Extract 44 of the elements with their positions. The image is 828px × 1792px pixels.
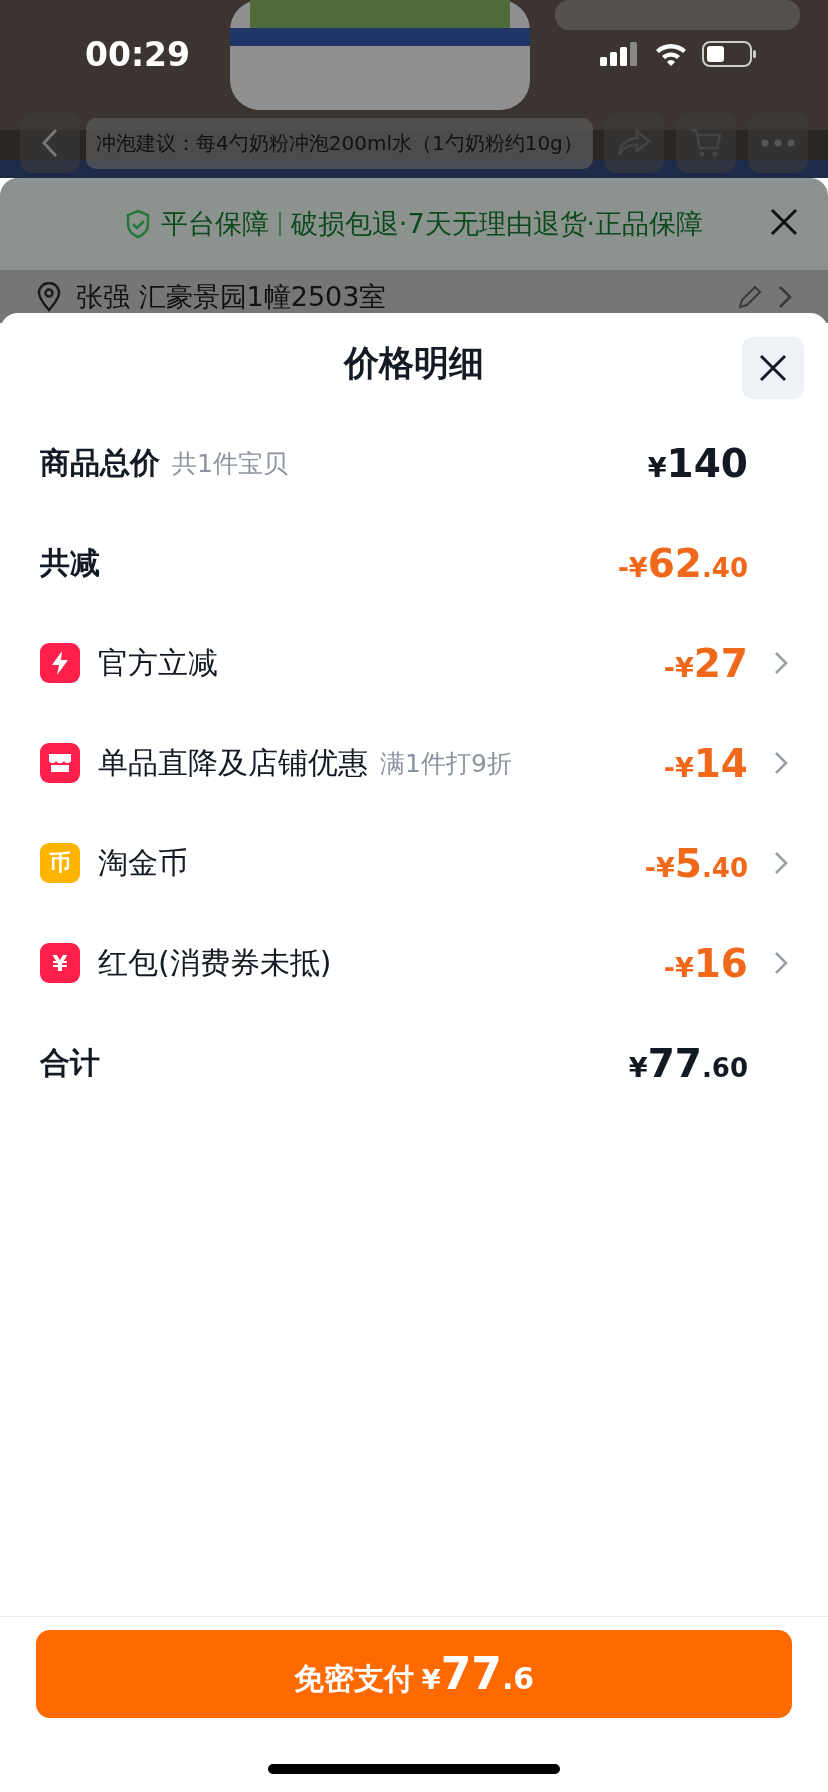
row-label: 共减 [40, 543, 100, 582]
guarantee-text: 破损包退·7天无理由退货·正品保障 [290, 207, 704, 241]
row-note: 共1件宝贝 [172, 447, 288, 480]
chevron-icon [774, 851, 788, 875]
back-button[interactable] [20, 113, 80, 173]
signal-icon [600, 42, 640, 66]
packet-icon: ¥ [40, 943, 80, 983]
status-time: 00:29 [85, 34, 191, 74]
chevron-icon [774, 951, 788, 975]
back-icon [40, 127, 60, 159]
close-icon[interactable] [770, 208, 798, 236]
chevron-icon [774, 751, 788, 775]
chevron-icon [778, 284, 792, 309]
price: -¥62.40 [617, 540, 748, 586]
row-label: 淘金币 [98, 843, 188, 882]
price: ¥140 [647, 440, 748, 486]
price: -¥27 [663, 640, 748, 686]
cart-button[interactable] [676, 113, 736, 173]
row-label: 官方立减 [98, 643, 218, 682]
location-pin-icon [36, 281, 62, 312]
row-label: 商品总价 [40, 443, 160, 482]
share-button[interactable] [604, 113, 664, 173]
price: -¥16 [663, 940, 748, 986]
price: -¥5.40 [644, 840, 748, 886]
close-icon [758, 353, 788, 383]
shield-icon [124, 209, 151, 239]
row-label: 红包(消费券未抵) [98, 943, 332, 982]
more-icon [761, 139, 795, 147]
pay-button[interactable]: 免密支付 ¥77.6 [36, 1630, 792, 1718]
wifi-icon [654, 42, 688, 66]
price: ¥77.60 [628, 1040, 748, 1086]
sheet-title: 价格明细 [344, 341, 484, 385]
address-text: 张强 汇豪景园1幢2503室 [76, 279, 388, 314]
close-button[interactable] [742, 337, 804, 399]
price: -¥14 [663, 740, 748, 786]
guarantee-label: 平台保障 [160, 207, 269, 241]
row-label: 合计 [40, 1043, 100, 1082]
battery-icon [702, 41, 758, 67]
coin-icon: 币 [40, 843, 80, 883]
product-title: 冲泡建议：每4勺奶粉冲泡200ml水（1勺奶粉约10g） [86, 117, 593, 169]
chevron-icon [774, 651, 788, 675]
more-button[interactable] [748, 113, 808, 173]
row-note: 满1件打9折 [380, 747, 512, 780]
row-label: 单品直降及店铺优惠 [98, 743, 368, 782]
